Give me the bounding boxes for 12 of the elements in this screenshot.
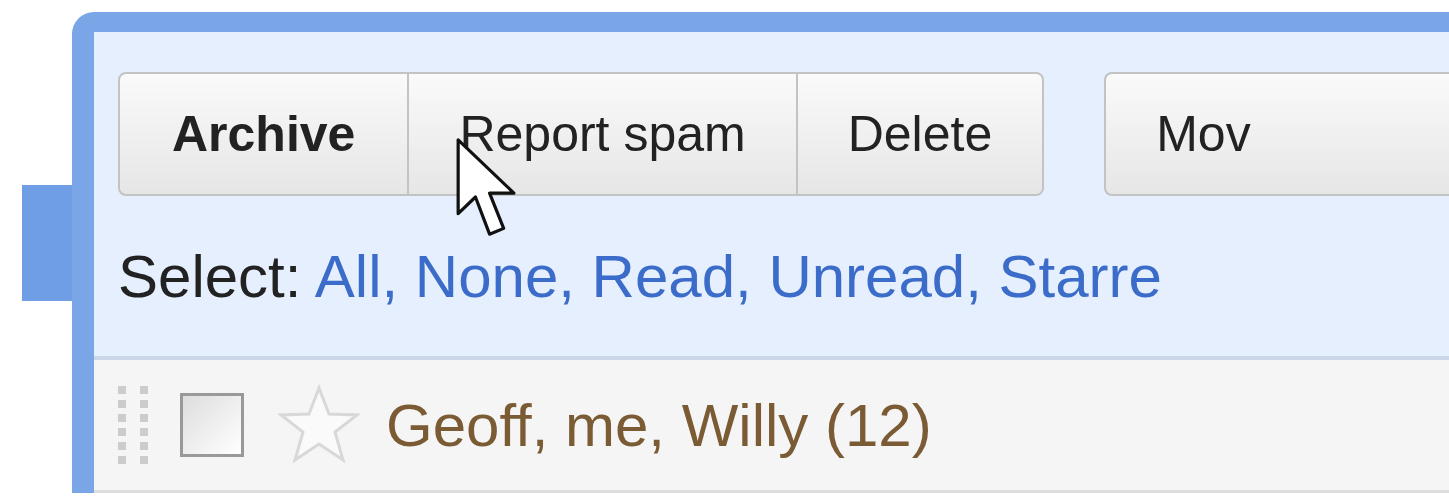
select-link[interactable]: Read,: [591, 243, 752, 310]
star-icon[interactable]: [278, 384, 360, 466]
select-link[interactable]: All,: [314, 243, 399, 310]
select-link[interactable]: Starre: [998, 243, 1162, 310]
select-label: Select:: [118, 243, 303, 310]
toolbar-button[interactable]: Delete: [797, 72, 1045, 196]
select-link[interactable]: Unread,: [768, 243, 982, 310]
toolbar-button[interactable]: Report spam: [409, 72, 798, 196]
checkbox[interactable]: [180, 393, 244, 457]
select-link[interactable]: None,: [414, 243, 575, 310]
toolbar-button[interactable]: Mov: [1104, 72, 1449, 196]
archive-button[interactable]: Archive: [118, 72, 410, 196]
